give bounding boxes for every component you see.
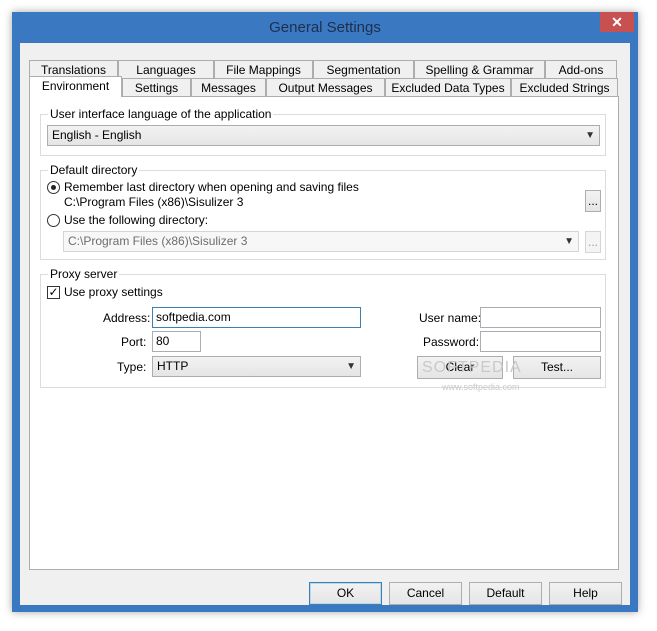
username-field[interactable]: [480, 307, 601, 328]
default-directory-group: Default directory Remember last director…: [40, 163, 606, 260]
use-proxy-checkbox[interactable]: ✓: [47, 286, 60, 299]
settings-window: General Settings ✕ Translations Language…: [12, 12, 638, 612]
ui-language-group: User interface language of the applicati…: [40, 107, 606, 156]
watermark-url: www.softpedia.com: [442, 382, 520, 392]
tab-segmentation[interactable]: Segmentation: [313, 60, 414, 78]
watermark-logo: SOFTPEDIA: [422, 359, 522, 376]
chevron-down-icon: ▼: [585, 130, 595, 141]
type-label: Type:: [117, 360, 147, 374]
close-icon: ✕: [611, 14, 623, 30]
chevron-down-icon: ▼: [564, 236, 574, 247]
tab-settings[interactable]: Settings: [122, 78, 191, 96]
tab-excluded-strings[interactable]: Excluded Strings: [511, 78, 618, 96]
tab-messages[interactable]: Messages: [191, 78, 266, 96]
title-bar[interactable]: General Settings ✕: [12, 12, 638, 43]
following-radio[interactable]: [47, 214, 60, 227]
dialog-client: Translations Languages File Mappings Seg…: [20, 43, 630, 605]
ui-language-value: English - English: [52, 128, 142, 142]
help-button[interactable]: Help: [549, 582, 622, 605]
following-directory-select[interactable]: C:\Program Files (x86)\Sisulizer 3 ▼: [63, 231, 579, 252]
test-button[interactable]: Test...: [513, 356, 601, 379]
default-button[interactable]: Default: [469, 582, 542, 605]
tab-environment[interactable]: Environment: [29, 76, 122, 97]
password-field[interactable]: [480, 331, 601, 352]
following-directory-value: C:\Program Files (x86)\Sisulizer 3: [68, 234, 248, 248]
use-proxy-label[interactable]: Use proxy settings: [64, 285, 163, 299]
remember-label[interactable]: Remember last directory when opening and…: [64, 180, 359, 194]
ok-button[interactable]: OK: [309, 582, 382, 605]
radio-selected-dot: [51, 185, 56, 190]
environment-panel: User interface language of the applicati…: [29, 96, 619, 570]
chevron-down-icon: ▼: [346, 361, 356, 372]
following-label[interactable]: Use the following directory:: [64, 213, 208, 227]
browse-button[interactable]: ...: [585, 190, 601, 212]
password-label: Password:: [423, 335, 480, 349]
window-title: General Settings: [269, 19, 381, 36]
browse-disabled-button[interactable]: ...: [585, 231, 601, 253]
checkmark-icon: ✓: [48, 285, 59, 299]
tab-languages[interactable]: Languages: [118, 60, 214, 78]
proxy-type-select[interactable]: HTTP ▼: [152, 356, 361, 377]
remember-radio[interactable]: [47, 181, 60, 194]
tab-output-messages[interactable]: Output Messages: [266, 78, 385, 96]
port-value: 80: [156, 334, 170, 348]
ui-language-group-title: User interface language of the applicati…: [48, 107, 274, 121]
tab-file-mappings[interactable]: File Mappings: [214, 60, 313, 78]
ui-language-select[interactable]: English - English ▼: [47, 125, 600, 146]
tab-excluded-data-types[interactable]: Excluded Data Types: [385, 78, 511, 96]
address-value: softpedia.com: [156, 310, 231, 324]
port-label: Port:: [121, 335, 147, 349]
username-label: User name:: [419, 311, 482, 325]
address-label: Address:: [103, 311, 151, 325]
close-button[interactable]: ✕: [600, 12, 634, 32]
cancel-button[interactable]: Cancel: [389, 582, 462, 605]
proxy-type-value: HTTP: [157, 359, 189, 373]
port-field[interactable]: 80: [152, 331, 201, 352]
remember-path: C:\Program Files (x86)\Sisulizer 3: [64, 195, 244, 209]
tab-add-ons[interactable]: Add-ons: [545, 60, 617, 78]
tab-spelling-grammar[interactable]: Spelling & Grammar: [414, 60, 545, 78]
address-field[interactable]: softpedia.com: [152, 307, 361, 328]
proxy-server-group-title: Proxy server: [48, 267, 120, 281]
default-directory-group-title: Default directory: [48, 163, 140, 177]
